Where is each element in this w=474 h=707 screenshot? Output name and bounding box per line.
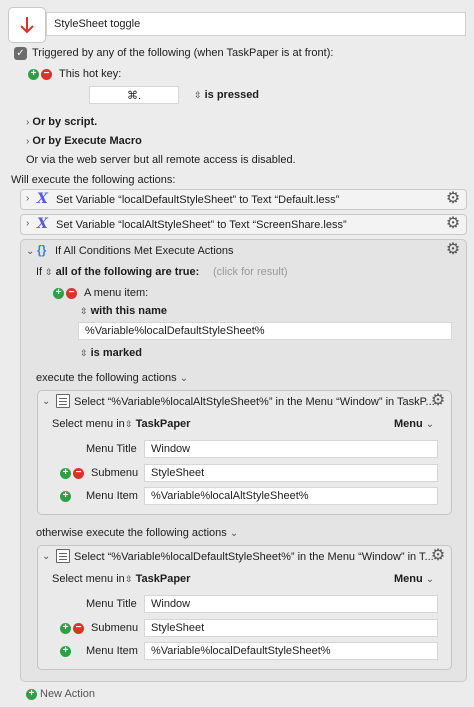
menu-title-label: Menu Title xyxy=(86,598,137,610)
add-menu-item-icon[interactable]: + xyxy=(60,491,71,502)
add-trigger-icon[interactable]: + xyxy=(28,69,39,80)
select-menu-action-then: ⌄ Select “%Variable%localAltStyleSheet%”… xyxy=(37,390,452,515)
macro-name-field[interactable]: StyleSheet toggle xyxy=(46,12,466,36)
menu-title-field[interactable]: Window xyxy=(144,440,438,458)
menu-item-icon xyxy=(56,549,70,563)
web-server-note: Or via the web server but all remote acc… xyxy=(26,154,296,166)
action-title: Set Variable “localAltStyleSheet” to Tex… xyxy=(56,219,347,231)
updown-icon: ⇳ xyxy=(125,574,133,584)
chevron-down-icon: ⌄ xyxy=(425,419,435,430)
menu-item-name-field[interactable]: %Variable%localDefaultStyleSheet% xyxy=(78,322,452,340)
updown-icon: ⇳ xyxy=(80,348,88,358)
chevron-right-icon: › xyxy=(26,193,30,204)
menu-title-label: Menu Title xyxy=(86,443,137,455)
menu-button[interactable]: Menu ⌄ xyxy=(394,573,434,585)
hotkey-state-select[interactable]: ⇳ is pressed xyxy=(194,89,259,101)
menu-title-field[interactable]: Window xyxy=(144,595,438,613)
otherwise-actions-label[interactable]: otherwise execute the following actions … xyxy=(36,527,238,539)
add-menu-item-icon[interactable]: + xyxy=(60,646,71,657)
if-label: If xyxy=(36,266,43,278)
menu-item-field[interactable]: %Variable%localDefaultStyleSheet% xyxy=(144,642,438,660)
chevron-right-icon: › xyxy=(26,117,30,128)
or-by-execute-macro[interactable]: › Or by Execute Macro xyxy=(26,135,142,147)
select-menu-in-label: Select menu in xyxy=(52,418,125,430)
select-menu-action-else: ⌄ Select “%Variable%localDefaultStyleShe… xyxy=(37,545,452,670)
actions-label: Will execute the following actions: xyxy=(11,174,176,186)
click-for-result[interactable]: (click for result) xyxy=(213,266,288,278)
menu-button[interactable]: Menu ⌄ xyxy=(394,418,434,430)
conditions-select[interactable]: ⇳ all of the following are true: xyxy=(45,266,199,278)
remove-submenu-icon[interactable]: − xyxy=(73,623,84,634)
updown-icon: ⇳ xyxy=(194,90,202,100)
action-set-variable-1[interactable]: › X Set Variable “localDefaultStyleSheet… xyxy=(20,189,467,210)
app-select[interactable]: ⇳ TaskPaper xyxy=(125,573,190,585)
remove-submenu-icon[interactable]: − xyxy=(73,468,84,479)
menu-item-field[interactable]: %Variable%localAltStyleSheet% xyxy=(144,487,438,505)
if-action-title: If All Conditions Met Execute Actions xyxy=(55,245,234,257)
variable-x-icon: X xyxy=(37,216,48,232)
plus-icon: + xyxy=(26,688,37,700)
chevron-down-icon: ⌄ xyxy=(425,574,435,585)
submenu-field[interactable]: StyleSheet xyxy=(144,464,438,482)
execute-actions-label[interactable]: execute the following actions ⌄ xyxy=(36,372,188,384)
trigger-label: Triggered by any of the following (when … xyxy=(32,47,334,59)
submenu-label: Submenu xyxy=(91,622,139,634)
gear-icon[interactable]: ⚙ xyxy=(445,191,461,207)
action-title: Set Variable “localDefaultStyleSheet” to… xyxy=(56,194,340,206)
chevron-down-icon[interactable]: ⌄ xyxy=(42,551,50,562)
updown-icon: ⇳ xyxy=(80,306,88,316)
gear-icon[interactable]: ⚙ xyxy=(445,216,461,232)
gear-icon[interactable]: ⚙ xyxy=(430,548,446,564)
action-set-variable-2[interactable]: › X Set Variable “localAltStyleSheet” to… xyxy=(20,214,467,235)
add-submenu-icon[interactable]: + xyxy=(60,468,71,479)
gear-icon[interactable]: ⚙ xyxy=(430,393,446,409)
chevron-down-icon[interactable]: ⌄ xyxy=(42,396,50,407)
app-select[interactable]: ⇳ TaskPaper xyxy=(125,418,190,430)
is-marked-select[interactable]: ⇳ is marked xyxy=(80,347,142,359)
submenu-label: Submenu xyxy=(91,467,139,479)
add-submenu-icon[interactable]: + xyxy=(60,623,71,634)
arrow-down-icon xyxy=(20,17,34,34)
chevron-down-icon[interactable]: ⌄ xyxy=(26,246,34,257)
add-condition-icon[interactable]: + xyxy=(53,288,64,299)
chevron-right-icon: › xyxy=(26,136,30,147)
chevron-right-icon: › xyxy=(26,218,30,229)
select-action-title: Select “%Variable%localDefaultStyleSheet… xyxy=(74,551,434,563)
or-by-script[interactable]: › Or by script. xyxy=(26,116,97,128)
chevron-down-icon: ⌄ xyxy=(179,373,189,384)
menu-item-label: Menu Item xyxy=(86,490,138,502)
updown-icon: ⇳ xyxy=(45,267,53,277)
variable-x-icon: X xyxy=(37,191,48,207)
select-menu-in-label: Select menu in xyxy=(52,573,125,585)
if-braces-icon: {} xyxy=(37,243,47,257)
with-name-select[interactable]: ⇳ with this name xyxy=(80,305,167,317)
updown-icon: ⇳ xyxy=(125,419,133,429)
menu-item-condition-label: A menu item: xyxy=(84,287,149,299)
remove-condition-icon[interactable]: − xyxy=(66,288,77,299)
new-action-button[interactable]: + New Action xyxy=(26,688,95,700)
chevron-down-icon: ⌄ xyxy=(229,528,239,539)
menu-item-label: Menu Item xyxy=(86,645,138,657)
if-action-panel: ⌄ {} If All Conditions Met Execute Actio… xyxy=(20,239,467,682)
select-action-title: Select “%Variable%localAltStyleSheet%” i… xyxy=(74,396,435,408)
submenu-field[interactable]: StyleSheet xyxy=(144,619,438,637)
hotkey-field[interactable]: ⌘. xyxy=(89,86,179,104)
trigger-checkbox[interactable]: ✓ xyxy=(14,47,27,60)
hotkey-label: This hot key: xyxy=(59,68,122,80)
remove-trigger-icon[interactable]: − xyxy=(41,69,52,80)
menu-item-icon xyxy=(56,394,70,408)
gear-icon[interactable]: ⚙ xyxy=(445,242,461,258)
macro-icon[interactable] xyxy=(8,7,46,43)
